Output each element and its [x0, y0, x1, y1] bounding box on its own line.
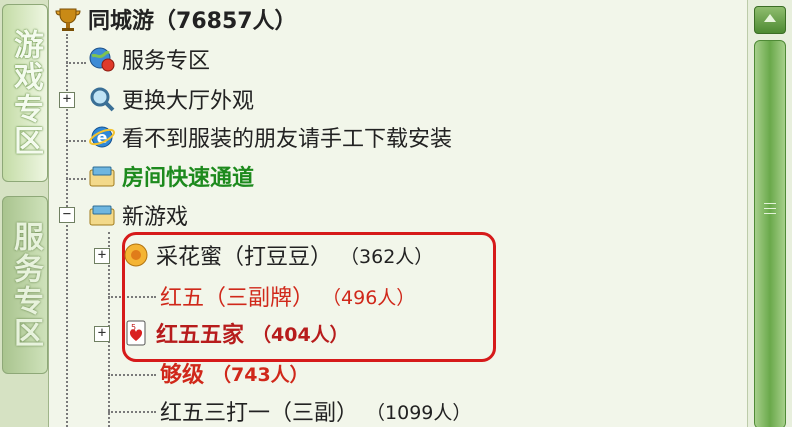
grip-line	[764, 213, 776, 214]
game-tree: 同城游 （76857人） 服务专区 + 更换大厅外观 e 看不到服装的朋友请手工…	[50, 0, 746, 427]
vertical-scrollbar[interactable]	[747, 0, 792, 427]
collapse-toggle[interactable]: −	[59, 207, 75, 223]
grip-line	[764, 208, 776, 209]
tree-game-label: 红五（三副牌）	[160, 286, 315, 311]
folder-open-icon	[89, 205, 115, 226]
playing-card-icon: 5	[126, 320, 146, 346]
tree-line	[66, 62, 86, 64]
tree-item-fast-channel[interactable]: 房间快速通道	[88, 157, 254, 195]
tree-item-new-games[interactable]: 新游戏	[88, 196, 188, 234]
tab-service-zone-label: 服务专区	[8, 221, 43, 349]
tree-line	[108, 374, 156, 376]
tree-game-hongwu-five[interactable]: 5 红五五家 （404人）	[122, 314, 349, 352]
expand-toggle[interactable]: +	[59, 92, 75, 108]
tab-service-zone[interactable]: 服务专区	[2, 196, 48, 374]
side-tab-bar: 游戏专区 服务专区	[0, 0, 49, 427]
tree-game-gouji[interactable]: 够级 （743人）	[160, 354, 309, 392]
ie-browser-icon: e	[89, 126, 115, 148]
tree-game-label: 红五五家	[156, 323, 245, 348]
magnifier-icon	[90, 87, 115, 112]
tree-item-label: 新游戏	[122, 205, 189, 230]
tree-game-hongwu-three-vs-one[interactable]: 红五三打一（三副） （1099人）	[160, 392, 471, 427]
service-globe-icon	[89, 47, 115, 72]
folder-icon	[89, 166, 115, 187]
tab-game-zone-label: 游戏专区	[8, 29, 43, 157]
tree-item-label: 看不到服装的朋友请手工下载安装	[122, 127, 453, 152]
tree-item-service-zone[interactable]: 服务专区	[88, 40, 210, 78]
expand-toggle[interactable]: +	[94, 248, 110, 264]
tree-item-label: 更换大厅外观	[122, 89, 255, 114]
sun-flower-icon	[124, 243, 148, 267]
tree-item-change-skin[interactable]: 更换大厅外观	[88, 80, 254, 118]
tree-item-label: 房间快速通道	[122, 166, 255, 191]
tree-game-count: （496人）	[322, 286, 416, 309]
tree-game-label: 红五三打一（三副）	[160, 401, 359, 426]
tree-item-download[interactable]: e 看不到服装的朋友请手工下载安装	[88, 118, 452, 156]
expand-toggle[interactable]: +	[94, 326, 110, 342]
tree-line	[108, 411, 156, 413]
tree-game-caihuami[interactable]: 采花蜜（打豆豆） （362人）	[122, 236, 433, 274]
tree-line	[66, 140, 86, 142]
tree-root-label: 同城游	[88, 9, 155, 34]
tree-game-label: 够级	[160, 363, 205, 388]
tree-game-count: （362人）	[340, 245, 434, 268]
tree-game-count: （1099人）	[366, 401, 472, 424]
tree-game-label: 采花蜜（打豆豆）	[156, 245, 333, 270]
tree-root-count: （76857人）	[154, 9, 297, 34]
lobby-window: 游戏专区 服务专区 同城游 （76857人） 服务专区 + 更换大厅外观 e 看…	[0, 0, 792, 427]
tree-game-count: （743人）	[212, 363, 309, 386]
scroll-up-button[interactable]	[754, 6, 786, 34]
tree-game-count: （404人）	[252, 323, 349, 346]
grip-line	[764, 203, 776, 204]
tree-game-hongwu-three-deck[interactable]: 红五（三副牌） （496人）	[160, 277, 415, 315]
scroll-thumb[interactable]	[754, 40, 786, 427]
tree-root[interactable]: 同城游 （76857人）	[54, 0, 297, 38]
trophy-icon	[55, 8, 81, 31]
tree-line	[66, 178, 86, 180]
tree-item-label: 服务专区	[122, 49, 211, 74]
tab-game-zone[interactable]: 游戏专区	[2, 4, 48, 182]
